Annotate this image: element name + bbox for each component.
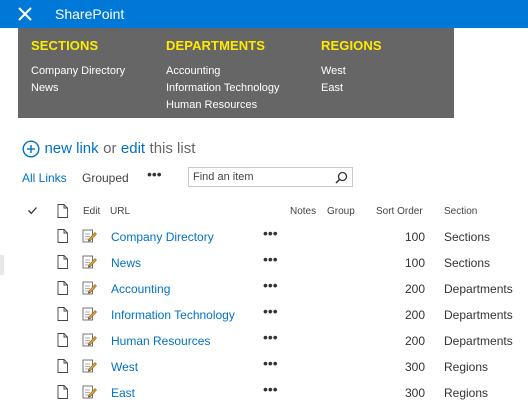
sort-order-value: 200 (404, 334, 425, 348)
document-type-header-icon (57, 204, 68, 218)
column-header-section[interactable]: Section (444, 206, 477, 218)
table-row[interactable]: East ••• 300 Regions (0, 380, 528, 406)
view-more-button[interactable]: ••• (147, 167, 162, 181)
document-icon (57, 281, 68, 295)
menu-column-regions: REGIONS West East (321, 38, 382, 97)
table-row[interactable]: Company Directory ••• 100 Sections (0, 224, 528, 250)
menu-column-departments: DEPARTMENTS Accounting Information Techn… (166, 38, 280, 114)
menu-link-accounting[interactable]: Accounting (166, 63, 280, 80)
or-text: or (103, 140, 117, 157)
edit-item-icon[interactable] (82, 384, 97, 399)
item-more-button[interactable]: ••• (263, 278, 278, 292)
column-header-edit[interactable]: Edit (83, 206, 100, 218)
menu-link-east[interactable]: East (321, 80, 382, 97)
edit-item-icon[interactable] (82, 332, 97, 347)
menu-column-sections: SECTIONS Company Directory News (31, 38, 125, 97)
url-link[interactable]: West (111, 360, 138, 374)
list-actions: new link or edit this list (22, 139, 195, 159)
edit-item-icon[interactable] (82, 228, 97, 243)
menu-link-news[interactable]: News (31, 80, 125, 97)
document-icon (57, 229, 68, 243)
section-value: Sections (444, 256, 491, 270)
column-header-group[interactable]: Group (327, 206, 355, 218)
search-icon[interactable] (335, 171, 348, 184)
table-row[interactable]: Accounting ••• 200 Departments (0, 276, 528, 302)
section-value: Regions (444, 360, 489, 374)
url-link[interactable]: News (111, 256, 141, 270)
this-list-text: this list (149, 140, 196, 157)
item-more-button[interactable]: ••• (263, 226, 278, 240)
table-row[interactable]: West ••• 300 Regions (0, 354, 528, 380)
item-more-button[interactable]: ••• (263, 252, 278, 266)
menu-link-human-resources[interactable]: Human Resources (166, 97, 280, 114)
column-header-url[interactable]: URL (110, 206, 130, 218)
view-grouped[interactable]: Grouped (82, 171, 129, 185)
sort-order-value: 300 (404, 386, 425, 400)
table-row[interactable]: Human Resources ••• 200 Departments (0, 328, 528, 354)
app-title[interactable]: SharePoint (55, 6, 124, 22)
url-link[interactable]: Human Resources (111, 334, 210, 348)
search-input[interactable] (189, 168, 333, 186)
column-header-notes[interactable]: Notes (290, 206, 316, 218)
document-icon (57, 255, 68, 269)
sort-order-value: 200 (404, 308, 425, 322)
mega-menu: SECTIONS Company Directory News DEPARTME… (18, 28, 454, 118)
sort-order-value: 300 (404, 360, 425, 374)
section-value: Departments (444, 308, 513, 322)
suite-bar: SharePoint (0, 0, 528, 28)
sort-order-value: 100 (404, 230, 425, 244)
document-icon (57, 359, 68, 373)
item-more-button[interactable]: ••• (263, 304, 278, 318)
document-icon (57, 385, 68, 399)
select-all-checkmark-icon[interactable] (27, 205, 38, 216)
close-icon[interactable] (14, 4, 36, 24)
table-row[interactable]: News ••• 100 Sections (0, 250, 528, 276)
menu-link-company-directory[interactable]: Company Directory (31, 63, 125, 80)
menu-heading-departments[interactable]: DEPARTMENTS (166, 38, 280, 54)
sort-order-value: 100 (404, 256, 425, 270)
edit-item-icon[interactable] (82, 280, 97, 295)
url-link[interactable]: East (111, 386, 135, 400)
column-header-sort-order[interactable]: Sort Order (376, 206, 423, 218)
item-more-button[interactable]: ••• (263, 330, 278, 344)
add-circle-icon[interactable] (22, 140, 40, 158)
table-row[interactable]: Information Technology ••• 200 Departments (0, 302, 528, 328)
document-icon (57, 307, 68, 321)
search-box (188, 167, 353, 187)
menu-heading-sections[interactable]: SECTIONS (31, 38, 125, 54)
menu-heading-regions[interactable]: REGIONS (321, 38, 382, 54)
edit-list-link[interactable]: edit (121, 140, 145, 157)
menu-link-information-technology[interactable]: Information Technology (166, 80, 280, 97)
section-value: Departments (444, 282, 513, 296)
item-more-button[interactable]: ••• (263, 382, 278, 396)
url-link[interactable]: Accounting (111, 282, 170, 296)
section-value: Sections (444, 230, 491, 244)
edit-item-icon[interactable] (82, 254, 97, 269)
edit-item-icon[interactable] (82, 358, 97, 373)
section-value: Departments (444, 334, 513, 348)
sort-order-value: 200 (404, 282, 425, 296)
view-all-links[interactable]: All Links (22, 171, 67, 185)
url-link[interactable]: Information Technology (111, 308, 235, 322)
new-link-button[interactable]: new link (44, 140, 98, 157)
menu-link-west[interactable]: West (321, 63, 382, 80)
document-icon (57, 333, 68, 347)
edit-item-icon[interactable] (82, 306, 97, 321)
section-value: Regions (444, 386, 489, 400)
item-more-button[interactable]: ••• (263, 356, 278, 370)
url-link[interactable]: Company Directory (111, 230, 214, 244)
